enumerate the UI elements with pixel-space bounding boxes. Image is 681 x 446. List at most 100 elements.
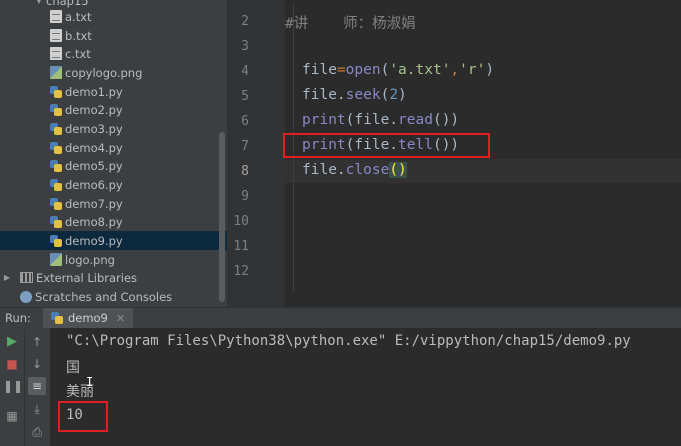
tree-item-b-txt[interactable]: b.txt	[0, 26, 227, 45]
code-token: (	[380, 62, 390, 78]
code-token: print	[302, 112, 346, 128]
line-number: 12	[233, 264, 249, 279]
python-file-icon	[50, 215, 62, 228]
line-number: 2	[241, 14, 249, 29]
console-output-line: "C:\Program Files\Python38\python.exe" E…	[66, 333, 631, 349]
tree-item-label: Scratches and Consoles	[35, 289, 173, 304]
tree-item-label: logo.png	[65, 252, 115, 267]
code-token: 'a.txt'	[389, 62, 451, 78]
chevron-down-icon[interactable]: ▼	[34, 0, 44, 5]
line-number: 5	[241, 89, 249, 104]
tree-item-label: External Libraries	[36, 270, 138, 285]
text-cursor-icon: I	[86, 375, 94, 389]
code-line-8: file.close()	[302, 162, 407, 178]
code-token: file.	[354, 112, 399, 128]
tree-item-label: c.txt	[65, 46, 91, 61]
code-token: )	[398, 162, 407, 178]
tree-item-demo1-py[interactable]: demo1.py	[0, 82, 227, 101]
python-file-icon	[50, 159, 62, 172]
scratches-icon	[20, 290, 32, 303]
line-number: 7	[241, 139, 249, 154]
tree-item-label: demo2.py	[65, 102, 123, 117]
arrow-up-icon[interactable]: ↑	[28, 333, 46, 351]
pause-icon[interactable]: ❚❚	[3, 377, 23, 395]
code-token: 2	[389, 87, 399, 103]
tree-scratches-consoles[interactable]: Scratches and Consoles	[0, 287, 227, 306]
tree-item-label: a.txt	[65, 9, 92, 24]
code-line-6: print(file.read())	[302, 112, 459, 128]
code-token: ,	[450, 62, 460, 78]
code-comment-line: #讲 师：杨淑娟	[285, 16, 416, 32]
code-token: =	[336, 62, 346, 78]
code-token: seek	[345, 87, 381, 103]
text-file-icon	[50, 10, 62, 23]
tree-item-label: copylogo.png	[65, 65, 143, 80]
code-token: file.	[302, 87, 346, 103]
layout-icon[interactable]: ▦	[3, 407, 21, 425]
project-panel: ▼ chap15 a.txt b.txt c.txt copylogo.png …	[0, 0, 227, 307]
tree-item-label: demo5.py	[65, 158, 123, 173]
scroll-to-end-icon[interactable]: ⤓	[28, 400, 46, 418]
code-token: )	[485, 62, 495, 78]
tree-item-demo3-py[interactable]: demo3.py	[0, 119, 227, 138]
toolbar-separator	[24, 330, 25, 446]
tree-item-demo5-py[interactable]: demo5.py	[0, 156, 227, 175]
annotation-highlight-box	[283, 133, 490, 158]
python-file-icon	[50, 312, 63, 324]
tree-item-demo2-py[interactable]: demo2.py	[0, 100, 227, 119]
line-number: 9	[241, 189, 249, 204]
image-file-icon	[50, 253, 62, 266]
tree-item-copylogo-png[interactable]: copylogo.png	[0, 63, 227, 82]
code-token: 'r'	[459, 62, 486, 78]
line-number: 10	[233, 214, 249, 229]
print-icon[interactable]: ⎙	[28, 423, 46, 441]
tree-external-libraries[interactable]: ▶ External Libraries	[0, 268, 227, 287]
stop-icon[interactable]: ■	[3, 355, 21, 373]
code-token: open	[345, 62, 381, 78]
python-file-icon	[50, 122, 62, 135]
arrow-down-icon[interactable]: ↓	[28, 355, 46, 373]
image-file-icon	[50, 66, 62, 79]
code-token: (	[380, 87, 390, 103]
line-number: 3	[241, 39, 249, 54]
tree-item-label: demo6.py	[65, 177, 123, 192]
code-line-4: file=open('a.txt','r')	[302, 62, 494, 78]
annotation-highlight-box	[58, 401, 108, 432]
tree-item-label: demo8.py	[65, 214, 123, 229]
tree-item-c-txt[interactable]: c.txt	[0, 44, 227, 63]
code-token: file	[302, 62, 337, 78]
code-line-5: file.seek(2)	[302, 87, 407, 103]
code-token: )	[398, 87, 407, 103]
run-toolbar: ▶ ↑ ■ ↓ ❚❚ ≡ ⤓ ▦ ⎙	[0, 328, 50, 446]
python-file-icon	[50, 103, 62, 116]
tree-item-demo9-py[interactable]: demo9.py	[0, 231, 227, 250]
tree-item-demo8-py[interactable]: demo8.py	[0, 212, 227, 231]
console-output-line: 国	[66, 360, 80, 376]
code-token: (	[389, 162, 399, 178]
tree-item-label: demo3.py	[65, 121, 123, 136]
tree-item-label: b.txt	[65, 28, 92, 43]
code-token: file.	[302, 162, 346, 178]
code-token: read	[398, 112, 433, 128]
run-tab-demo9[interactable]: demo9 ✕	[42, 307, 134, 329]
tree-item-demo6-py[interactable]: demo6.py	[0, 175, 227, 194]
code-token: ())	[432, 112, 460, 128]
tree-item-a-txt[interactable]: a.txt	[0, 7, 227, 26]
soft-wrap-icon[interactable]: ≡	[28, 377, 46, 395]
python-file-icon	[50, 197, 62, 210]
tree-item-demo7-py[interactable]: demo7.py	[0, 194, 227, 213]
tree-item-logo-png[interactable]: logo.png	[0, 250, 227, 269]
close-icon[interactable]: ✕	[116, 312, 125, 325]
chevron-right-icon[interactable]: ▶	[2, 273, 12, 282]
tree-item-label: demo4.py	[65, 140, 123, 155]
text-file-icon	[50, 47, 62, 60]
line-number-active: 8	[241, 164, 249, 179]
run-tab-label: demo9	[67, 311, 108, 325]
rerun-icon[interactable]: ▶	[3, 333, 21, 351]
line-number: 11	[233, 239, 249, 254]
tree-item-label: demo9.py	[65, 233, 123, 248]
library-icon	[20, 272, 33, 283]
code-token: close	[345, 162, 390, 178]
tree-item-demo4-py[interactable]: demo4.py	[0, 138, 227, 157]
python-file-icon	[50, 85, 62, 98]
